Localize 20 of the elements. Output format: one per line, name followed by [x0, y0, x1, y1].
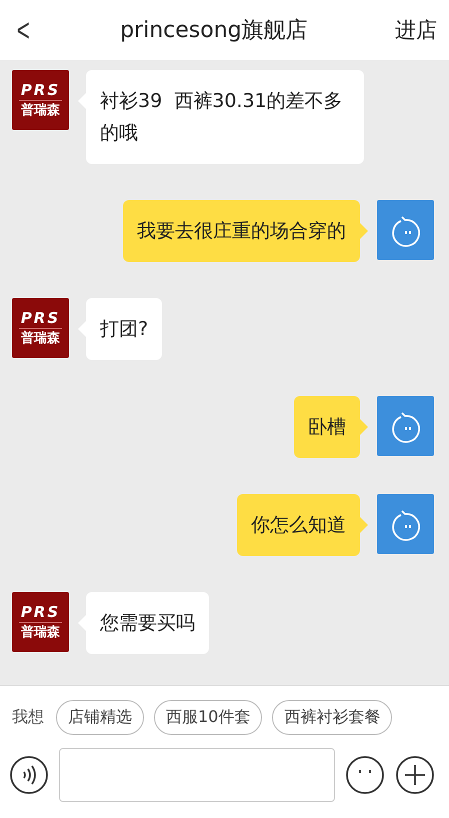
brand-name: 普瑞森	[21, 102, 60, 120]
logo-text: PRS	[18, 602, 62, 622]
message-input[interactable]	[59, 748, 335, 802]
suggestion-chip[interactable]: 西裤衬衫套餐	[272, 700, 392, 735]
logo-text: PRS	[18, 80, 62, 100]
user-avatar-icon	[377, 494, 434, 554]
back-button[interactable]: <	[16, 12, 30, 48]
suggestion-chip[interactable]: 店铺精选	[56, 700, 144, 735]
suggestion-label: 我想	[12, 707, 44, 728]
brand-name: 普瑞森	[21, 330, 60, 348]
suggestion-chip[interactable]: 西服10件套	[154, 700, 262, 735]
brand-name: 普瑞森	[21, 624, 60, 642]
page-title: princesong旗舰店	[120, 17, 308, 45]
emoji-icon[interactable]	[345, 755, 385, 795]
user-avatar-icon	[377, 396, 434, 456]
logo-text: PRS	[18, 308, 62, 328]
user-avatar-icon	[377, 200, 434, 260]
voice-icon[interactable]	[9, 755, 49, 795]
enter-store-button[interactable]: 进店	[395, 16, 437, 44]
add-icon[interactable]	[395, 755, 435, 795]
